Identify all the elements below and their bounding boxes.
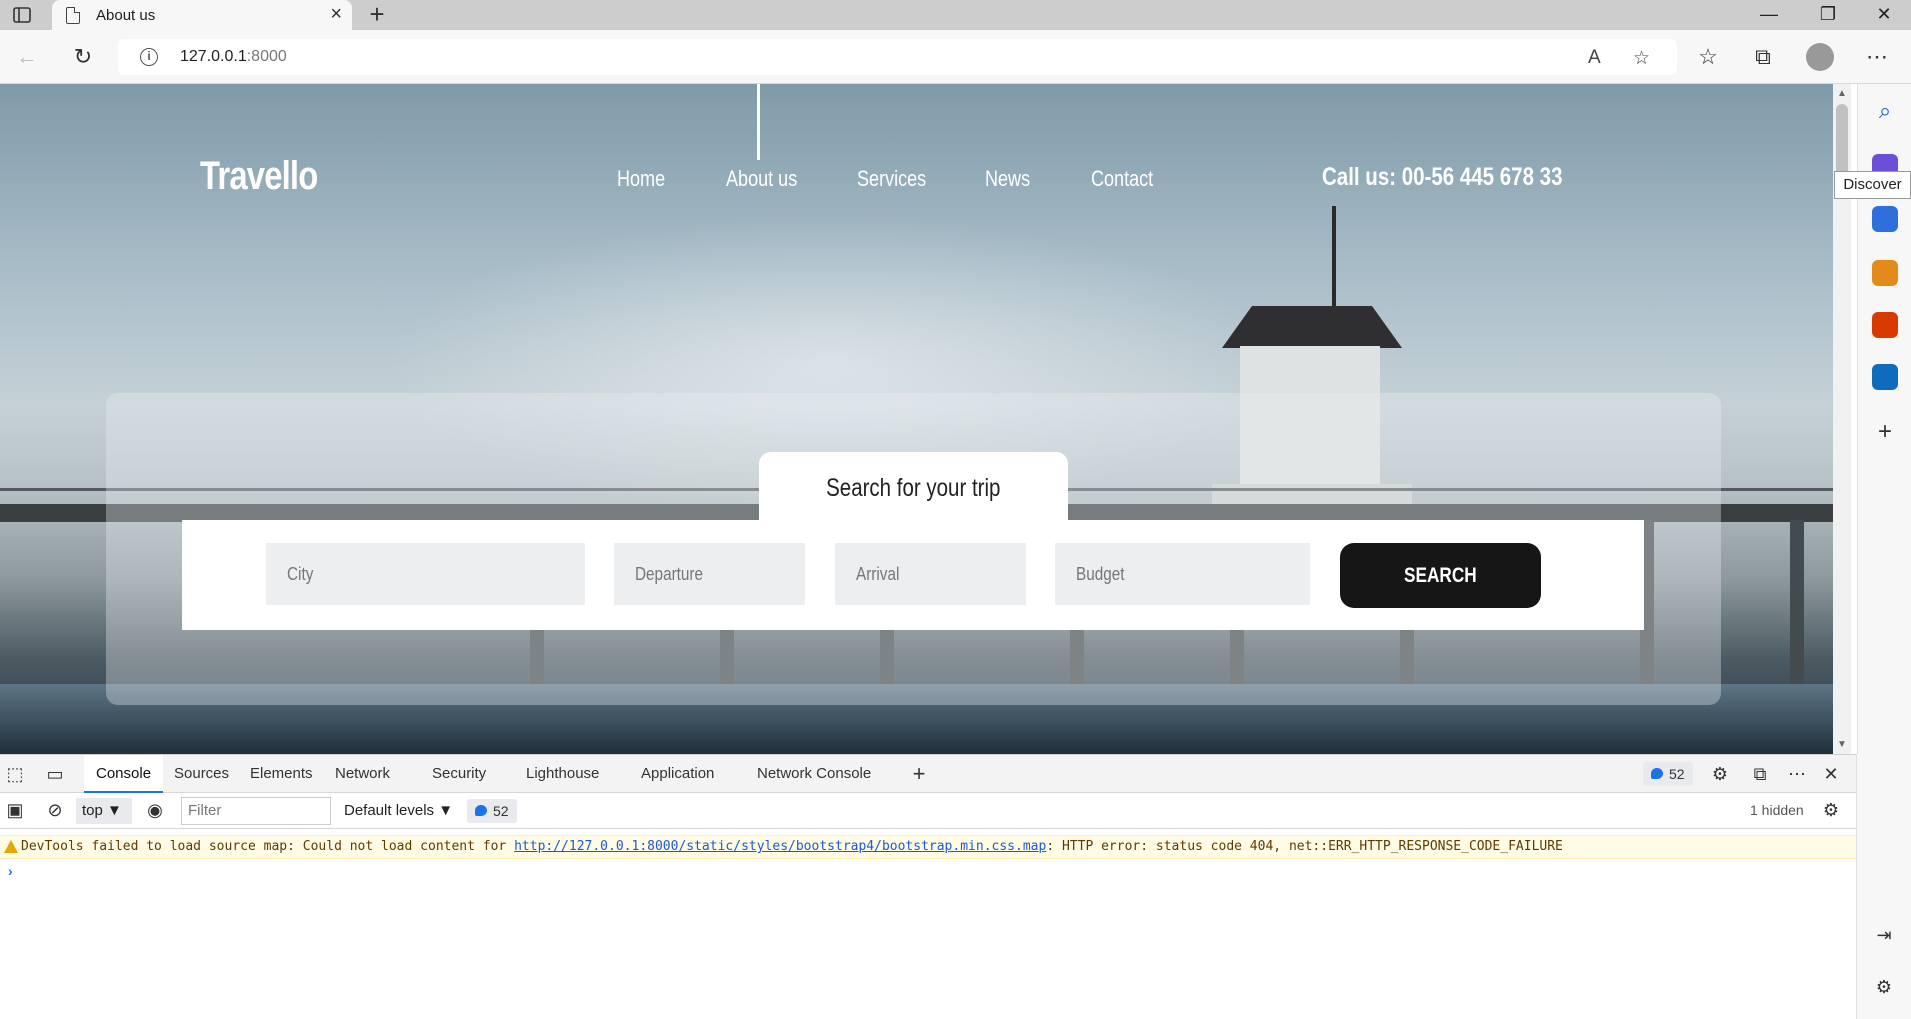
console-toolbar: ▣ ⊘ top ▼ ◉ Filter Default levels ▼ 52 1… (0, 793, 1856, 829)
active-tab[interactable]: About us × (52, 0, 352, 30)
profile-avatar[interactable] (1803, 40, 1837, 74)
devtools-tabs: ⬚ ▭ Console Sources Elements Network Sec… (0, 755, 1856, 793)
context-select[interactable]: top ▼ (76, 798, 132, 824)
nav-indicator-line (757, 84, 760, 160)
log-levels-select[interactable]: Default levels ▼ (344, 797, 453, 825)
console-prompt[interactable]: › (8, 863, 13, 879)
window-close-icon[interactable]: ✕ (1856, 0, 1911, 30)
tab-network-console[interactable]: Network Console (745, 755, 883, 793)
collections-icon[interactable]: ⧉ (1746, 40, 1780, 74)
site-logo[interactable]: Travello (200, 154, 318, 199)
city-input[interactable]: City (266, 543, 585, 605)
tab-actions-icon[interactable] (8, 4, 36, 26)
tab-application[interactable]: Application (629, 755, 726, 793)
tab-sources[interactable]: Sources (162, 755, 241, 793)
tab-network[interactable]: Network (323, 755, 402, 793)
arrival-input[interactable]: Arrival (835, 543, 1026, 605)
clear-console-icon[interactable]: ⊘ (44, 799, 66, 821)
nav-services[interactable]: Services (857, 166, 926, 192)
settings-icon[interactable]: ⚙ (1709, 763, 1731, 785)
refresh-icon[interactable]: ↻ (66, 40, 100, 74)
close-tab-icon[interactable]: × (330, 3, 342, 26)
rail-settings-icon[interactable]: ⚙ (1873, 976, 1895, 998)
url-host: 127.0.0.1 (180, 48, 247, 65)
search-button[interactable]: SEARCH (1340, 543, 1541, 608)
warning-suffix: : HTTP error: status code 404, net::ERR_… (1046, 839, 1563, 854)
tab-strip: About us × + — ❐ ✕ (0, 0, 1911, 30)
add-icon[interactable]: + (1872, 418, 1898, 445)
page-icon (66, 6, 80, 24)
minimize-icon[interactable]: — (1741, 0, 1797, 30)
devtools-side-rail: ⇥ ⚙ (1856, 754, 1911, 1019)
tab-lighthouse[interactable]: Lighthouse (514, 755, 611, 793)
discover-tooltip: Discover (1834, 171, 1911, 199)
console-filter-input[interactable]: Filter (181, 797, 331, 825)
page-viewport: Travello Home About us Services News Con… (0, 84, 1833, 754)
source-map-link[interactable]: http://127.0.0.1:8000/static/styles/boot… (514, 839, 1046, 854)
departure-input[interactable]: Departure (614, 543, 805, 605)
inspect-element-icon[interactable]: ⬚ (4, 763, 26, 785)
warning-prefix: DevTools failed to load source map: Coul… (21, 839, 515, 854)
dock-icon[interactable]: ⧉ (1749, 763, 1771, 785)
outlook-icon[interactable] (1872, 364, 1898, 390)
back-icon[interactable]: ← (10, 40, 44, 74)
new-tab-icon[interactable]: + (362, 0, 392, 30)
devtools-panel: ⬚ ▭ Console Sources Elements Network Sec… (0, 754, 1856, 1019)
url-port: :8000 (246, 48, 287, 65)
message-count-badge[interactable]: 52 (467, 799, 517, 823)
budget-input[interactable]: Budget (1055, 543, 1310, 605)
warning-icon (4, 840, 18, 853)
address-toolbar: ← ↻ i 127.0.0.1:8000 A ☆ ☆ ⧉ ⋯ (0, 30, 1911, 84)
address-bar[interactable]: i 127.0.0.1:8000 A ☆ (118, 39, 1677, 75)
issues-badge[interactable]: 52 (1643, 762, 1693, 786)
favorites-icon[interactable]: ☆ (1691, 40, 1725, 74)
live-expression-icon[interactable]: ◉ (144, 799, 166, 821)
dock-side-icon[interactable]: ⇥ (1873, 924, 1895, 946)
search-tab-label: Search for your trip (826, 473, 1001, 502)
tab-title: About us (96, 6, 156, 24)
devtools-menu-icon[interactable]: ⋯ (1786, 763, 1808, 785)
restore-icon[interactable]: ❐ (1800, 0, 1856, 30)
site-info-icon[interactable]: i (140, 48, 158, 66)
background-tower-roof (1222, 306, 1402, 348)
tab-security[interactable]: Security (420, 755, 498, 793)
background-mast (1332, 206, 1336, 306)
tools-icon[interactable] (1872, 206, 1898, 232)
games-icon[interactable] (1872, 260, 1898, 286)
nav-about-us[interactable]: About us (726, 166, 797, 192)
read-aloud-icon[interactable]: A (1588, 47, 1601, 69)
sidebar-toggle-icon[interactable]: ▣ (4, 799, 26, 821)
hidden-count: 1 hidden (1750, 802, 1804, 818)
add-favorite-icon[interactable]: ☆ (1633, 47, 1650, 70)
search-tab: Search for your trip (759, 452, 1068, 524)
scroll-up-icon[interactable]: ▲ (1837, 88, 1847, 99)
close-devtools-icon[interactable]: ✕ (1820, 763, 1842, 785)
more-menu-icon[interactable]: ⋯ (1860, 40, 1894, 74)
nav-home[interactable]: Home (617, 166, 665, 192)
more-tools-icon[interactable]: + (908, 763, 930, 785)
scroll-down-icon[interactable]: ▼ (1837, 739, 1847, 750)
office-icon[interactable] (1872, 312, 1898, 338)
call-us-phone: Call us: 00-56 445 678 33 (1322, 163, 1563, 191)
nav-contact[interactable]: Contact (1091, 166, 1153, 192)
nav-news[interactable]: News (985, 166, 1030, 192)
background-piling (1790, 520, 1804, 690)
tab-console[interactable]: Console (84, 755, 164, 793)
tab-elements[interactable]: Elements (238, 755, 325, 793)
device-toolbar-icon[interactable]: ▭ (44, 763, 66, 785)
console-warning: DevTools failed to load source map: Coul… (0, 835, 1856, 859)
console-settings-icon[interactable]: ⚙ (1820, 799, 1842, 821)
search-icon[interactable]: ⌕ (1872, 98, 1898, 124)
url-text[interactable]: 127.0.0.1:8000 (180, 48, 287, 66)
